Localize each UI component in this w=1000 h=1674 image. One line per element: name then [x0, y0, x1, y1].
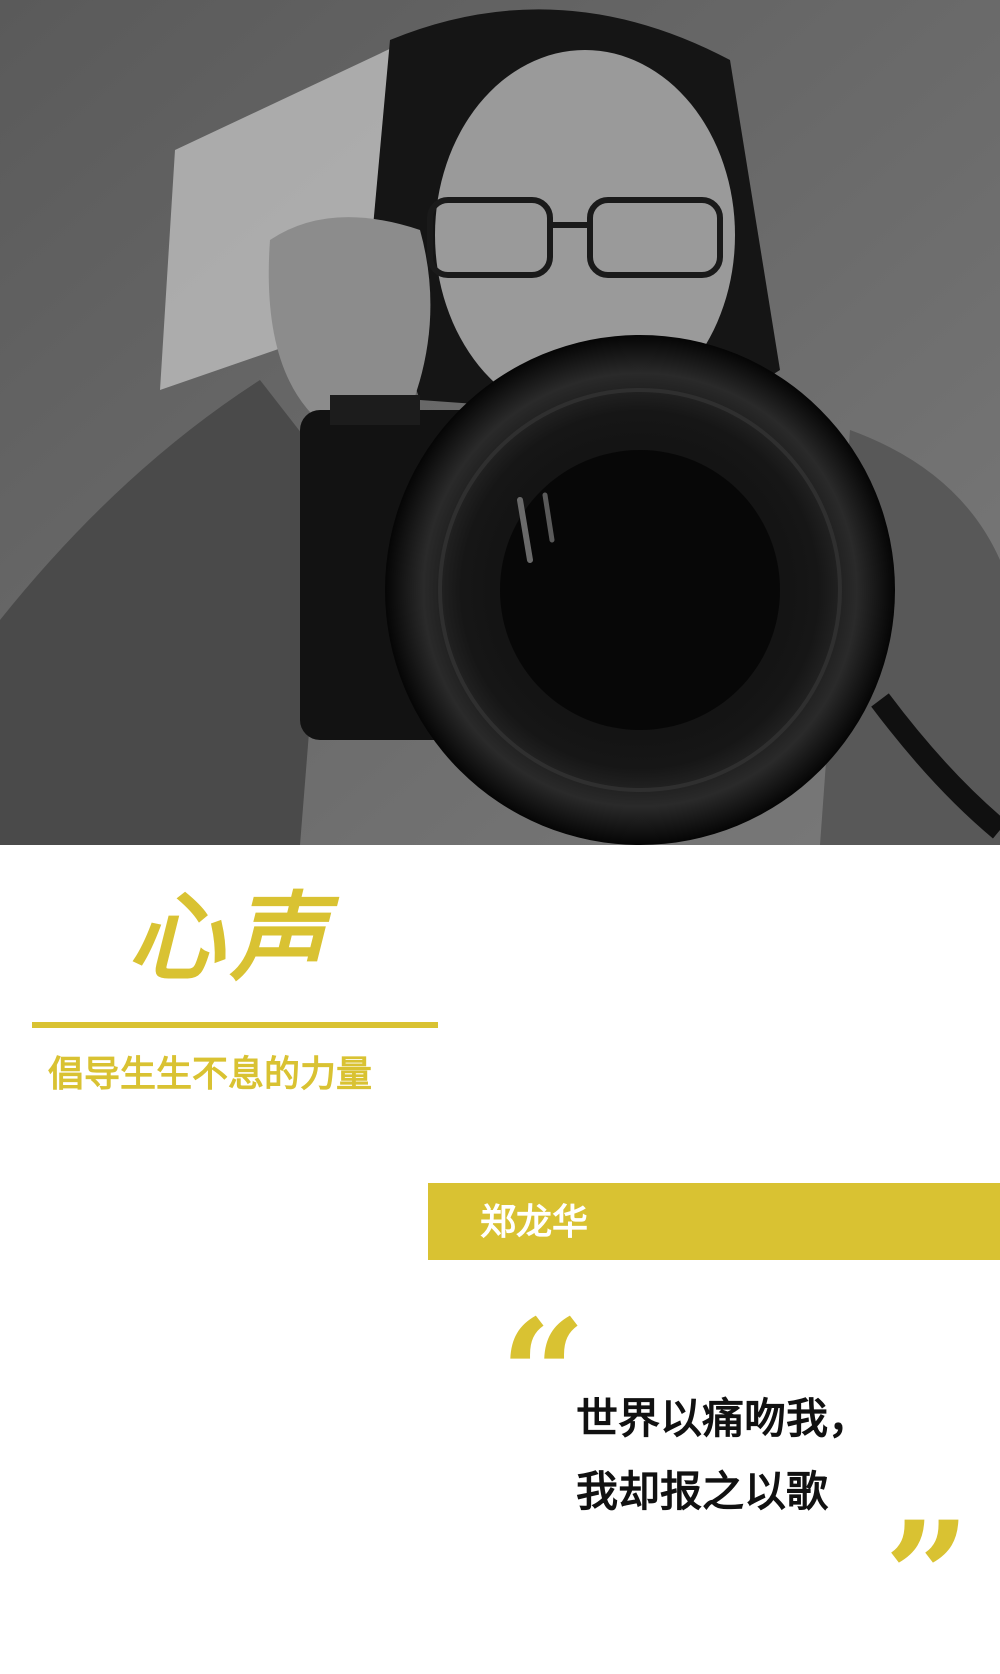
tagline: 倡导生生不息的力量 — [48, 1054, 373, 1095]
open-quote-icon: “ — [500, 1287, 587, 1463]
person-name: 郑龙华 — [480, 1202, 589, 1243]
column-heading: 心声 — [128, 881, 332, 994]
heading-divider — [32, 1022, 438, 1028]
quote-line-2: 我却报之以歌 — [576, 1467, 829, 1516]
quote-line-1: 世界以痛吻我， — [576, 1394, 871, 1443]
close-quote-icon: ” — [884, 1489, 971, 1665]
name-banner: 郑龙华 — [428, 1183, 1000, 1260]
hero-photo-photographer-with-camera — [0, 0, 1000, 845]
